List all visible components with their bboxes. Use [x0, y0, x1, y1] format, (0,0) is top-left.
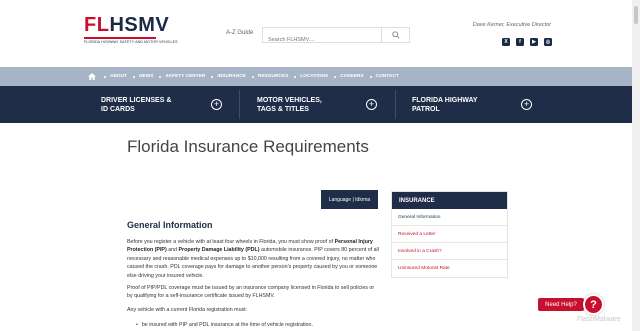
- category-label: FLORIDA HIGHWAY PATROL: [412, 96, 478, 113]
- nav-dot: [334, 75, 337, 78]
- help-question-icon[interactable]: ?: [583, 294, 604, 315]
- search-box: [262, 27, 410, 47]
- nav-item-contact[interactable]: CONTACT: [369, 74, 399, 79]
- category-label: DRIVER LICENSES & ID CARDS: [101, 96, 172, 113]
- az-guide-link[interactable]: A-Z Guide: [226, 30, 253, 36]
- bullet-dot: •: [136, 322, 138, 328]
- nav-label: LOCATIONS: [300, 74, 329, 79]
- category-band: DRIVER LICENSES & ID CARDS + MOTOR VEHICL…: [0, 86, 632, 123]
- logo-hsmv: HSMV: [109, 14, 170, 36]
- nav-item-careers[interactable]: CAREERS: [334, 74, 364, 79]
- scrollbar-thumb[interactable]: [634, 6, 638, 24]
- watermark: FlashMalware: [577, 316, 621, 323]
- need-help-button[interactable]: Need Help?: [538, 298, 584, 311]
- category-highway-patrol[interactable]: FLORIDA HIGHWAY PATROL +: [412, 86, 532, 123]
- nav-dot: [104, 75, 106, 78]
- main-nav: ABOUT NEWS SAFETY CENTER INSURANCE RESOU…: [0, 67, 632, 86]
- list-item: • be insured with PIP and PDL insurance a…: [136, 322, 313, 328]
- nav-dot: [251, 75, 254, 78]
- nav-item-safety-center[interactable]: SAFETY CENTER: [159, 74, 205, 79]
- nav-dot: [133, 75, 136, 78]
- nav-label: SAFETY CENTER: [165, 74, 206, 79]
- sidebar-item-received-letter[interactable]: Received a Letter: [392, 226, 507, 243]
- logo-fl: FL: [84, 14, 110, 36]
- nav-label: CAREERS: [340, 74, 364, 79]
- nav-item-news[interactable]: NEWS: [133, 74, 153, 79]
- nav-label: RESOURCES: [257, 74, 289, 79]
- divider: [239, 90, 240, 119]
- scrollbar-track[interactable]: [632, 0, 640, 331]
- facebook-icon[interactable]: f: [516, 38, 524, 46]
- home-icon[interactable]: [88, 73, 96, 81]
- insurance-sidebar: INSURANCE General Information Received a…: [391, 191, 508, 278]
- director-name: Dave Kerner, Executive Director: [472, 22, 551, 28]
- sidebar-item-uninsured-rate[interactable]: Uninsured Motorist Rate: [392, 260, 507, 277]
- youtube-icon[interactable]: ▶: [530, 38, 538, 46]
- language-button[interactable]: Language | Idioma: [321, 190, 378, 209]
- plus-icon[interactable]: +: [366, 99, 377, 110]
- nav-dot: [369, 75, 372, 78]
- logo-tagline: FLORIDA HIGHWAY SAFETY AND MOTOR VEHICLE…: [84, 40, 178, 44]
- search-input[interactable]: [263, 33, 379, 47]
- nav-item-about[interactable]: ABOUT: [104, 74, 127, 79]
- nav-label: INSURANCE: [217, 74, 246, 79]
- sidebar-item-crash[interactable]: Involved in a Crash?: [392, 243, 507, 260]
- nav-item-insurance[interactable]: INSURANCE: [211, 74, 246, 79]
- nav-dot: [294, 75, 297, 78]
- category-label: MOTOR VEHICLES, TAGS & TITLES: [257, 96, 322, 113]
- paragraph-registration: Any vehicle with a current Florida regis…: [127, 307, 248, 313]
- paragraph-pip-pdl: Before you register a vehicle with at le…: [127, 239, 379, 279]
- paragraph-proof: Proof of PIP/PDL coverage must be issued…: [127, 285, 375, 300]
- nav-dot: [211, 75, 214, 78]
- nav-dot: [159, 75, 162, 78]
- nav-item-resources[interactable]: RESOURCES: [251, 74, 289, 79]
- nav-label: ABOUT: [110, 74, 128, 79]
- plus-icon[interactable]: +: [211, 99, 222, 110]
- divider: [395, 90, 396, 119]
- nav-label: CONTACT: [375, 74, 399, 79]
- instagram-icon[interactable]: ◎: [544, 38, 552, 46]
- page-title: Florida Insurance Requirements: [127, 137, 369, 156]
- site-header: FLHSMV FLORIDA HIGHWAY SAFETY AND MOTOR …: [0, 0, 640, 67]
- sidebar-title: INSURANCE: [392, 192, 507, 209]
- search-icon: [391, 31, 400, 39]
- category-driver-licenses[interactable]: DRIVER LICENSES & ID CARDS +: [101, 86, 222, 123]
- section-heading: General Information: [127, 220, 213, 230]
- category-motor-vehicles[interactable]: MOTOR VEHICLES, TAGS & TITLES +: [257, 86, 377, 123]
- search-button[interactable]: [381, 28, 409, 42]
- flhsmv-logo[interactable]: FLHSMV FLORIDA HIGHWAY SAFETY AND MOTOR …: [84, 14, 178, 44]
- plus-icon[interactable]: +: [521, 99, 532, 110]
- sidebar-item-general-information[interactable]: General Information: [392, 209, 507, 226]
- social-links: X f ▶ ◎: [502, 38, 552, 46]
- nav-label: NEWS: [139, 74, 154, 79]
- x-icon[interactable]: X: [502, 38, 510, 46]
- logo-underline: [84, 37, 156, 39]
- nav-item-locations[interactable]: LOCATIONS: [294, 74, 328, 79]
